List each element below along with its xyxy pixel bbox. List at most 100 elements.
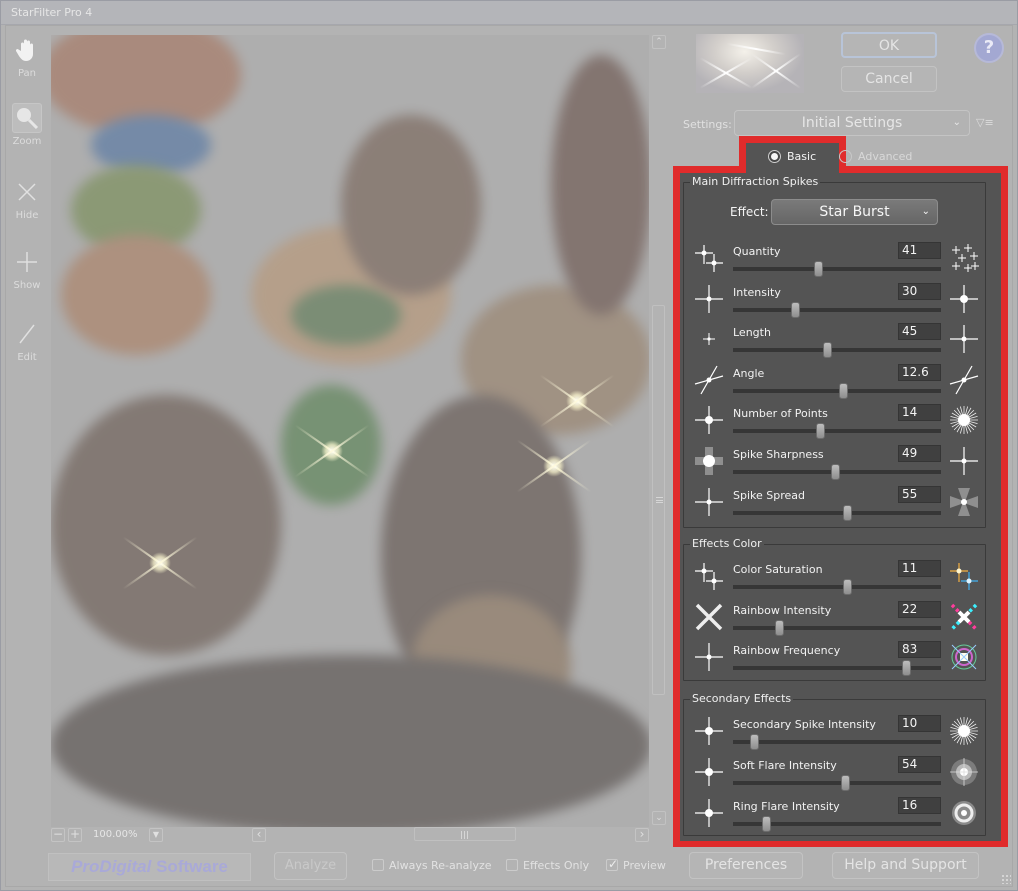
checkbox-box[interactable] <box>506 859 518 871</box>
slider-value-input[interactable]: 30 <box>898 282 941 300</box>
slider-thumb[interactable] <box>816 423 826 440</box>
slider-track[interactable] <box>733 348 941 353</box>
secondary-spikes-icon[interactable] <box>948 715 980 747</box>
slider-thumb[interactable] <box>841 774 851 791</box>
slider-track[interactable] <box>733 307 941 312</box>
always-reanalyze-checkbox[interactable]: Always Re-analyze <box>372 859 492 873</box>
rainbow-x-icon[interactable] <box>948 601 980 633</box>
many-sparkles-icon[interactable] <box>948 242 980 274</box>
help-and-support-button[interactable]: Help and Support <box>832 852 979 879</box>
colored-stars-icon[interactable] <box>948 560 980 592</box>
effects-only-checkbox[interactable]: Effects Only <box>506 859 589 873</box>
resize-grip-icon[interactable] <box>1001 874 1011 884</box>
slider-track[interactable] <box>733 740 941 744</box>
bright-star-icon[interactable] <box>948 283 980 315</box>
slider-track[interactable] <box>733 267 941 271</box>
slider-value-input[interactable]: 83 <box>898 641 941 658</box>
slider-value-input[interactable]: 41 <box>898 242 941 259</box>
white-x-icon[interactable] <box>693 601 725 633</box>
zoom-in-button[interactable]: + <box>68 828 82 842</box>
narrow-star-icon[interactable] <box>693 486 725 518</box>
slider-thumb[interactable] <box>901 660 911 676</box>
tab-basic[interactable]: Basic <box>746 143 839 175</box>
dim-star-icon[interactable] <box>693 283 725 315</box>
slider-value-input[interactable]: 22 <box>898 600 941 618</box>
horizontal-scroll-thumb[interactable] <box>414 827 516 841</box>
tool-hide[interactable]: Hide <box>7 177 47 221</box>
prodigital-logo-button[interactable]: ProDigital Software <box>48 853 251 881</box>
slider-value-input[interactable]: 11 <box>898 560 941 577</box>
slider-value-input[interactable]: 49 <box>898 445 941 462</box>
slider-thumb[interactable] <box>839 382 849 399</box>
short-star-icon[interactable] <box>693 323 725 355</box>
scroll-left-button[interactable]: ‹ <box>252 828 266 842</box>
slider-track[interactable] <box>733 388 941 393</box>
slider-thumb[interactable] <box>774 619 784 636</box>
wide-star-icon[interactable] <box>948 486 980 518</box>
slider-track[interactable] <box>733 429 941 434</box>
slider-thumb[interactable] <box>822 342 832 359</box>
slider-label: Rainbow Frequency <box>733 644 841 657</box>
low-frequency-icon[interactable] <box>693 641 725 673</box>
white-stars-icon[interactable] <box>693 560 725 592</box>
slider-track[interactable] <box>733 625 941 630</box>
sharp-star-icon[interactable] <box>948 445 980 477</box>
plain-star-icon[interactable] <box>693 756 725 788</box>
slider-track[interactable] <box>733 510 941 515</box>
radio-basic[interactable] <box>768 150 781 163</box>
preferences-button[interactable]: Preferences <box>689 852 803 879</box>
slider-thumb[interactable] <box>814 261 824 277</box>
effect-dropdown[interactable]: Star Burst ⌄ <box>771 199 938 225</box>
slider-track[interactable] <box>733 780 941 785</box>
small-sparkle-icon[interactable] <box>693 242 725 274</box>
slider-value-input[interactable]: 45 <box>898 323 941 341</box>
scroll-down-button[interactable]: ⌄ <box>652 811 666 825</box>
ring-flare-icon[interactable] <box>948 797 980 829</box>
slider-value-input[interactable]: 54 <box>898 755 941 773</box>
vertical-scrollbar[interactable]: ⌃ ⌄ <box>651 35 666 827</box>
vertical-scroll-thumb[interactable] <box>652 305 665 695</box>
slider-thumb[interactable] <box>791 301 801 318</box>
zoom-menu-button[interactable]: ▼ <box>149 828 163 842</box>
scroll-right-button[interactable]: › <box>635 828 649 842</box>
tool-show[interactable]: Show <box>7 247 47 291</box>
slider-thumb[interactable] <box>762 815 772 832</box>
plain-star-icon[interactable] <box>693 715 725 747</box>
analyze-button[interactable]: Analyze <box>274 852 347 880</box>
plain-star-icon[interactable] <box>693 797 725 829</box>
four-point-star-icon[interactable] <box>693 404 725 436</box>
soft-flare-icon[interactable] <box>948 756 980 788</box>
tool-zoom[interactable]: Zoom <box>7 103 47 147</box>
tab-advanced[interactable]: Advanced <box>839 150 919 166</box>
soft-star-icon[interactable] <box>693 445 725 477</box>
slider-value-input[interactable]: 55 <box>898 485 941 503</box>
straight-star-icon[interactable] <box>693 364 725 396</box>
checkbox-box[interactable] <box>372 859 384 871</box>
rotated-star-icon[interactable] <box>948 364 980 396</box>
settings-menu-icon[interactable]: ▽≡ <box>976 116 1002 132</box>
ok-button[interactable]: OK <box>841 32 937 58</box>
slider-value-input[interactable]: 14 <box>898 404 941 422</box>
tool-pan[interactable]: Pan <box>7 35 47 79</box>
long-star-icon[interactable] <box>948 323 980 355</box>
slider-value-input[interactable]: 12.6 <box>898 363 941 381</box>
slider-thumb[interactable] <box>749 734 759 750</box>
slider-thumb[interactable] <box>830 464 840 480</box>
slider-thumb[interactable] <box>843 504 853 521</box>
slider-value-input[interactable]: 16 <box>898 796 941 814</box>
zoom-out-button[interactable]: − <box>51 828 65 842</box>
image-preview[interactable] <box>51 35 649 827</box>
help-icon[interactable]: ? <box>974 33 1004 63</box>
slider-value-input[interactable]: 10 <box>898 715 941 732</box>
cancel-button[interactable]: Cancel <box>841 66 937 92</box>
radio-advanced[interactable] <box>839 150 852 163</box>
high-frequency-icon[interactable] <box>948 641 980 673</box>
preview-checkbox[interactable]: Preview <box>606 857 666 873</box>
multi-point-star-icon[interactable] <box>948 404 980 436</box>
slider-track[interactable] <box>733 585 941 589</box>
tool-edit[interactable]: Edit <box>7 319 47 363</box>
settings-dropdown[interactable]: Initial Settings ⌄ <box>734 110 970 136</box>
scroll-up-button[interactable]: ⌃ <box>652 35 666 49</box>
slider-thumb[interactable] <box>843 579 853 595</box>
checkbox-box[interactable] <box>606 857 618 871</box>
